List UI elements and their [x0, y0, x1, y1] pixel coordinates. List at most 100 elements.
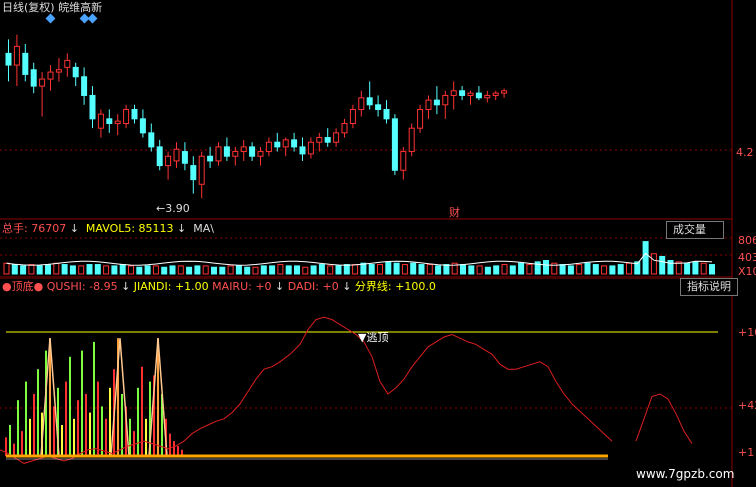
volume-bar — [700, 262, 707, 275]
candle-body — [299, 146, 306, 155]
candle-body — [291, 139, 298, 148]
indicator-axis-1: +10 — [738, 326, 756, 339]
candlestick-chart[interactable] — [0, 0, 756, 220]
indicator-legend: ●顶底● QUSHI: -8.95 ↓ JIANDI: +1.00 MAIRU:… — [2, 280, 436, 293]
candle-body — [442, 94, 449, 106]
volume-bar — [626, 262, 632, 275]
volume-bar — [509, 265, 516, 275]
volume-bar — [111, 265, 118, 275]
volume-bar — [642, 241, 649, 275]
volume-bar — [418, 264, 425, 275]
candle-body — [165, 155, 172, 167]
volume-bar — [119, 264, 126, 275]
volume-bar — [94, 264, 101, 275]
candle-body — [156, 146, 163, 167]
candle-body — [55, 69, 62, 73]
candle-body — [324, 137, 331, 143]
volume-bar — [177, 265, 184, 275]
volume-bar — [335, 265, 342, 275]
candle-body — [89, 94, 96, 120]
candle-body — [232, 151, 239, 157]
candle-body — [349, 108, 356, 125]
volume-bar — [260, 265, 267, 275]
volume-bar — [393, 262, 400, 275]
volume-bar — [194, 265, 201, 275]
down-arrow-icon: ↓ — [69, 222, 79, 235]
volume-bar — [20, 265, 27, 275]
candle-body — [400, 151, 407, 171]
volume-bar — [186, 266, 193, 275]
volume-bar — [385, 261, 392, 275]
candle-body — [190, 165, 197, 181]
candle-body — [257, 151, 264, 157]
volume-bar — [650, 253, 657, 275]
volume-bar — [501, 264, 508, 275]
candle-body — [30, 69, 37, 87]
volume-bar — [36, 265, 43, 275]
volume-bar — [609, 265, 616, 275]
volume-bar — [61, 264, 68, 275]
volume-bar — [484, 266, 491, 275]
volume-bar — [69, 265, 76, 275]
volume-bar — [11, 264, 18, 275]
volume-bar — [460, 264, 466, 275]
candle-body — [207, 155, 214, 162]
candle-body — [459, 90, 466, 96]
escape-top-label: ▼逃顶 — [358, 331, 389, 344]
total-volume-label: 总手: 76707 — [2, 222, 67, 235]
candle-body — [265, 141, 272, 153]
volume-bar — [285, 265, 292, 275]
down-arrow-icon: ↓ — [342, 280, 352, 293]
candle-body — [97, 113, 104, 129]
price-pane[interactable]: 4.2 ←3.90 财 — [0, 0, 756, 220]
candle-body — [307, 141, 314, 155]
indicator-pane[interactable]: ●顶底● QUSHI: -8.95 ↓ JIANDI: +1.00 MAIRU:… — [0, 278, 756, 487]
candle-body — [341, 123, 348, 134]
candle-body — [173, 148, 180, 162]
candle-body — [282, 139, 289, 148]
watermark: www.7gpzb.com — [636, 467, 735, 481]
volume-axis-1: 806 — [738, 234, 756, 247]
volume-bar — [526, 264, 533, 275]
volume-indicator-button[interactable]: 成交量 — [666, 221, 724, 239]
low-price-marker: ←3.90 — [156, 202, 190, 215]
indicator-axis-2: +42 — [738, 399, 756, 412]
volume-bar — [152, 265, 159, 275]
volume-axis-2: 403 — [738, 251, 756, 264]
candle-body — [198, 155, 205, 185]
candle-body — [274, 141, 281, 148]
arrow-left-icon: ← — [156, 202, 166, 215]
volume-bar — [318, 264, 325, 275]
qushi-line — [0, 316, 613, 464]
volume-bar — [244, 266, 251, 275]
fenjie-label: 分界线: +100.0 — [354, 280, 436, 293]
candle-body — [501, 90, 508, 94]
finance-marker[interactable]: 财 — [449, 206, 460, 219]
volume-bar — [617, 264, 624, 275]
indicator-help-button[interactable]: 指标说明 — [680, 278, 738, 296]
candle-body — [316, 137, 323, 143]
volume-bar — [559, 264, 566, 275]
down-arrow-icon: ↓ — [121, 280, 131, 293]
volume-bar — [659, 255, 666, 275]
volume-bar — [709, 264, 715, 275]
volume-bar — [3, 262, 10, 275]
candle-body — [417, 108, 424, 129]
volume-axis-3: X10 — [738, 265, 756, 278]
candle-body — [450, 90, 457, 96]
volume-bar — [28, 264, 35, 275]
volume-bar — [219, 266, 226, 275]
volume-bar — [592, 264, 599, 275]
candle-body — [215, 146, 222, 162]
volume-bar — [426, 264, 433, 275]
indicator-chart[interactable] — [0, 278, 756, 487]
candle-body — [383, 108, 390, 120]
candle-body — [22, 52, 29, 75]
candle-body — [391, 118, 398, 171]
volume-bar — [136, 266, 143, 275]
volume-bar — [567, 265, 574, 275]
mavol5-label: MAVOL5: 85113 — [85, 222, 174, 235]
volume-bar — [360, 262, 367, 275]
volume-pane[interactable]: 总手: 76707 ↓ MAVOL5: 85113 ↓ MA\ 成交量 806 … — [0, 220, 756, 278]
candle-body — [181, 151, 188, 164]
